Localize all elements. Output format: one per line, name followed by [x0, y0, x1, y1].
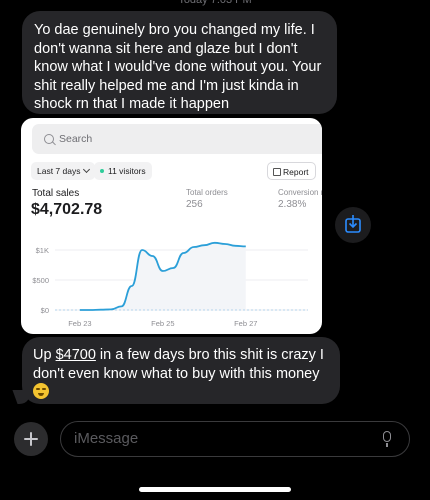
- x-tick-label: Feb 27: [234, 319, 257, 328]
- total-sales-label: Total sales: [32, 188, 80, 199]
- y-tick-label: $0: [41, 306, 49, 315]
- analytics-screenshot-image[interactable]: Search Last 7 days 11 visitors Report To…: [21, 118, 322, 334]
- received-message-bubble[interactable]: Up $4700 in a few days bro this shit is …: [12, 337, 340, 404]
- date-range-label: Last 7 days: [37, 166, 81, 176]
- imessage-placeholder: iMessage: [74, 430, 139, 447]
- search-placeholder: Search: [59, 133, 93, 145]
- home-indicator: [139, 487, 291, 492]
- microphone-icon[interactable]: [383, 431, 391, 442]
- save-to-photos-button[interactable]: [335, 207, 371, 243]
- add-attachment-button[interactable]: [14, 422, 48, 456]
- date-range-chip: Last 7 days: [31, 162, 96, 180]
- search-icon: [44, 134, 54, 144]
- message-text: Yo dae genuinely bro you changed my life…: [34, 22, 322, 112]
- y-tick-label: $500: [32, 276, 49, 285]
- microphone-stem: [386, 443, 388, 447]
- conversion-value: 2.38%: [278, 199, 307, 210]
- chevron-down-icon: [83, 165, 91, 174]
- x-tick-label: Feb 25: [151, 319, 174, 328]
- visitors-label: 11 visitors: [108, 166, 146, 176]
- report-chip: Report: [267, 162, 316, 180]
- bubble-tail: [12, 390, 34, 404]
- report-label: Report: [283, 167, 309, 177]
- message-text-prefix: Up: [33, 347, 56, 363]
- total-orders-label: Total orders: [186, 188, 228, 197]
- report-icon: [273, 168, 281, 176]
- total-sales-value: $4,702.78: [31, 201, 103, 218]
- received-message-bubble[interactable]: Yo dae genuinely bro you changed my life…: [22, 11, 337, 114]
- y-tick-label: $1K: [36, 246, 49, 255]
- timestamp-header: Today 7:03 PM: [178, 0, 252, 6]
- visitors-chip: 11 visitors: [94, 162, 152, 180]
- x-tick-label: Feb 23: [68, 319, 91, 328]
- series-area: [79, 242, 246, 310]
- search-bar: Search: [32, 124, 322, 154]
- total-orders-value: 256: [186, 199, 203, 210]
- imessage-input[interactable]: iMessage: [60, 421, 410, 457]
- conversion-label: Conversion r: [278, 188, 322, 197]
- amount-link[interactable]: $4700: [56, 347, 96, 363]
- live-dot-icon: [100, 169, 104, 173]
- sales-line-chart: $0 $500 $1K Feb 23 Feb 25 Feb 27: [32, 241, 308, 328]
- download-icon: [345, 215, 361, 233]
- crying-laughing-emoji-icon: [33, 383, 49, 399]
